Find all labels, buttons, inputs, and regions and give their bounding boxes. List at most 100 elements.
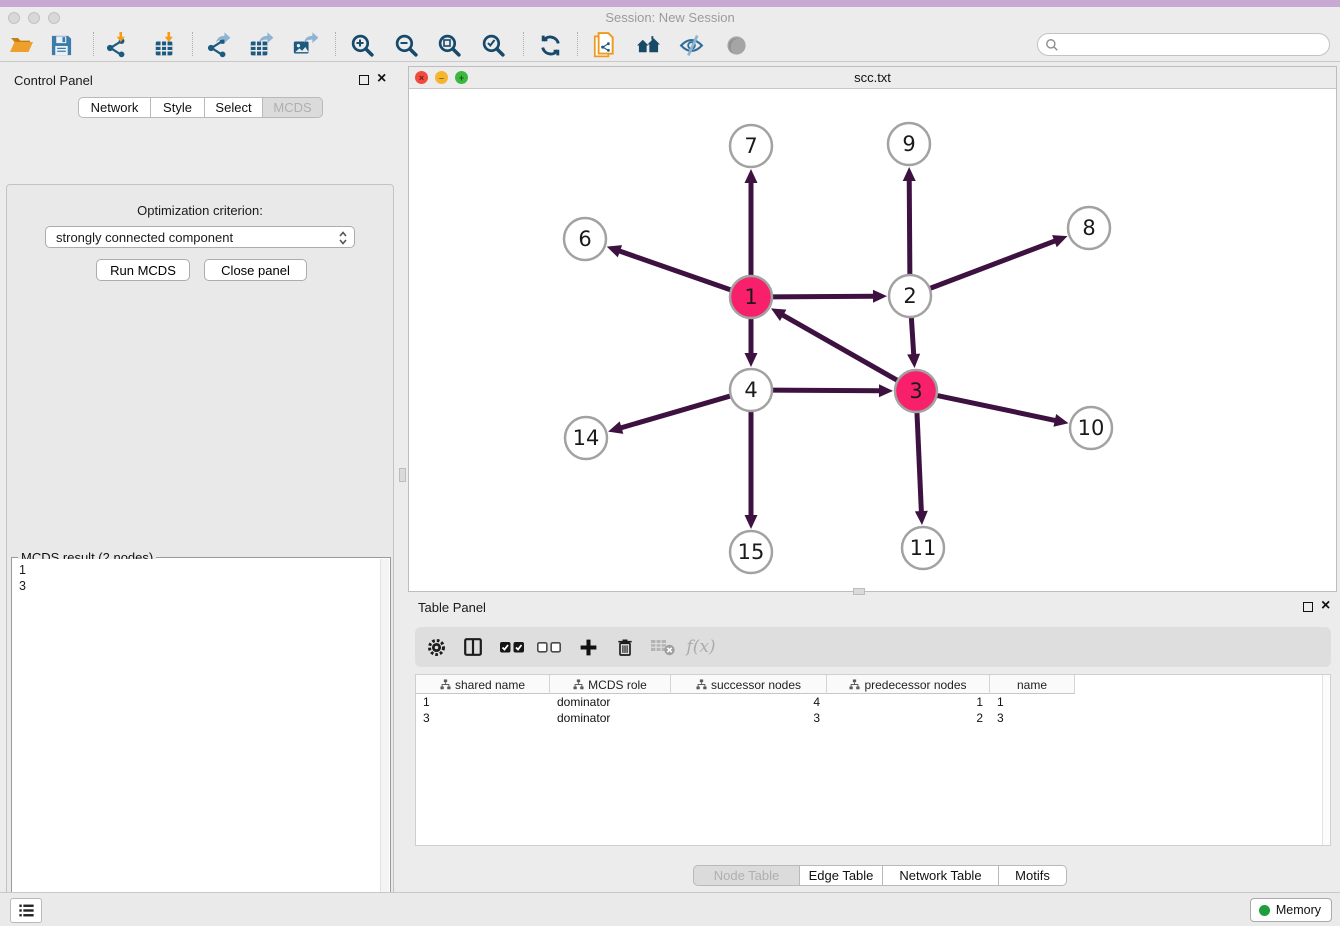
zoom-in-icon[interactable] [345,30,379,60]
task-history-button[interactable] [10,898,42,923]
node-table: shared nameMCDS rolesuccessor nodesprede… [415,674,1331,846]
graph-node-label-15: 15 [738,540,765,564]
table-panel-close-icon[interactable]: × [1321,601,1330,611]
select-all-checkboxes-icon[interactable] [495,631,529,663]
graph-edge-2-3[interactable] [911,316,914,356]
cell-name: 3 [990,710,1075,726]
delete-column-trash-icon[interactable] [608,631,642,663]
home-icon[interactable] [631,30,665,60]
graph-node-label-7: 7 [744,134,757,158]
apply-layout-icon[interactable] [533,30,567,60]
optimization-criterion-dropdown[interactable]: strongly connected component [45,226,355,248]
graph-node-label-8: 8 [1082,216,1095,240]
table-row[interactable]: 3dominator323 [416,710,1330,726]
zoom-fit-icon[interactable] [432,30,466,60]
chevron-updown-icon [338,230,348,246]
table-panel-float-icon[interactable] [1303,602,1313,612]
tab-network-table[interactable]: Network Table [883,865,999,886]
network-canvas[interactable]: 7968124314101511 [409,89,1336,591]
graph-edge-3-1[interactable] [781,314,898,381]
control-panel-close-icon[interactable]: × [377,74,386,84]
tab-mcds[interactable]: MCDS [263,97,323,118]
show-columns-icon[interactable] [456,631,490,663]
graph-edge-3-10[interactable] [936,395,1057,421]
column-header-predecessor-nodes[interactable]: predecessor nodes [827,675,990,694]
mcds-result-value: 3 [19,578,380,594]
run-mcds-button[interactable]: Run MCDS [96,259,190,281]
close-panel-button[interactable]: Close panel [204,259,307,281]
tab-select[interactable]: Select [205,97,263,118]
graph-edge-4-3[interactable] [771,390,881,391]
column-header-name[interactable]: name [990,675,1075,694]
graph-node-label-4: 4 [744,378,757,402]
control-panel-float-icon[interactable] [359,75,369,85]
delete-table-icon [646,631,680,663]
cell-mcds-role: dominator [550,694,671,710]
tree-sort-icon [440,679,451,690]
add-column-icon[interactable] [571,631,605,663]
table-panel: Table Panel × f(x) shared nameMCDS roles… [408,595,1340,890]
graph-edge-arrowhead [907,354,920,368]
graph-edge-2-8[interactable] [929,240,1057,288]
network-view-window: × – + scc.txt 7968124314101511 [408,66,1337,592]
graph-node-label-10: 10 [1078,416,1105,440]
tab-network[interactable]: Network [78,97,151,118]
memory-status-dot [1259,905,1270,916]
graph-edge-arrowhead [745,515,758,529]
tab-style[interactable]: Style [151,97,205,118]
column-header-shared-name[interactable]: shared name [416,675,550,694]
cell-name: 1 [990,694,1075,710]
network-document-icon[interactable] [587,30,621,60]
export-table-icon[interactable] [244,30,278,60]
import-network-icon[interactable] [99,30,133,60]
graph-node-label-6: 6 [578,227,591,251]
tab-edge-table[interactable]: Edge Table [800,865,883,886]
cell-predecessor-nodes: 1 [827,694,990,710]
cell-shared-name: 3 [416,710,550,726]
graph-edge-3-11[interactable] [917,411,922,513]
zoom-out-icon[interactable] [389,30,423,60]
import-table-icon[interactable] [148,30,182,60]
graph-edge-arrowhead [879,384,893,397]
zoom-selected-icon[interactable] [476,30,510,60]
network-graph: 7968124314101511 [409,89,1336,591]
table-panel-tabs: Node TableEdge TableNetwork TableMotifs [693,865,1067,886]
tab-motifs[interactable]: Motifs [999,865,1067,886]
graph-edge-1-2[interactable] [771,296,875,297]
search-field[interactable] [1037,33,1330,56]
graph-edge-1-6[interactable] [618,251,732,291]
column-settings-gear-icon[interactable] [419,631,453,663]
export-network-icon[interactable] [201,30,235,60]
graph-edge-arrowhead [1052,235,1067,247]
tab-node-table[interactable]: Node Table [693,865,800,886]
column-header-successor-nodes[interactable]: successor nodes [671,675,827,694]
export-image-icon[interactable] [288,30,322,60]
column-header-mcds-role[interactable]: MCDS role [550,675,671,694]
birds-eye-view-icon[interactable] [719,30,753,60]
status-bar: Memory [0,892,1340,926]
hide-graphics-details-icon[interactable] [674,30,708,60]
graph-edge-arrowhead [608,421,623,433]
graph-edge-2-9[interactable] [909,179,910,276]
table-scrollbar[interactable] [1322,675,1330,845]
deselect-all-checkboxes-icon[interactable] [532,631,566,663]
graph-node-label-2: 2 [903,284,916,308]
cell-successor-nodes: 4 [671,694,827,710]
open-session-icon[interactable] [5,30,39,60]
graph-edge-arrowhead [745,353,758,367]
vertical-splitter-handle[interactable] [399,468,406,482]
toolbar-separator [93,32,94,56]
main-toolbar [0,28,1340,62]
graph-edge-4-14[interactable] [620,396,732,429]
toolbar-separator [523,32,524,56]
horizontal-splitter-handle[interactable] [853,588,865,595]
save-session-icon[interactable] [44,30,78,60]
memory-button[interactable]: Memory [1250,898,1332,922]
table-row[interactable]: 1dominator411 [416,694,1330,710]
graph-edge-arrowhead [745,169,758,183]
result-scrollbar[interactable] [380,559,389,926]
cell-predecessor-nodes: 2 [827,710,990,726]
search-icon [1045,38,1059,52]
graph-node-label-1: 1 [744,285,757,309]
table-panel-title: Table Panel [418,600,486,615]
